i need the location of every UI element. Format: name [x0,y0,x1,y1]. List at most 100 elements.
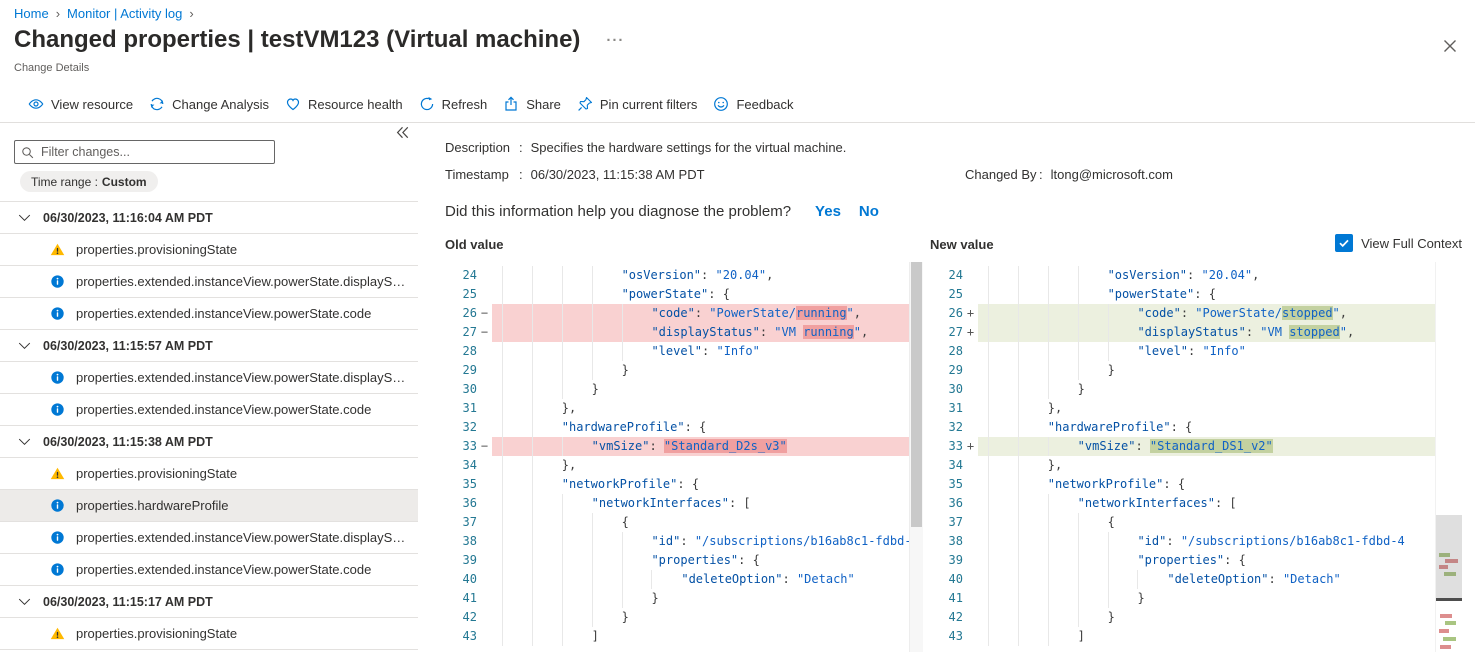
minimap[interactable] [1435,262,1462,652]
change-group-header[interactable]: 06/30/2023, 11:16:04 AM PDT [0,202,418,234]
diff-sign: − [480,325,489,339]
change-item[interactable]: properties.extended.instanceView.powerSt… [0,522,418,554]
change-item[interactable]: properties.extended.instanceView.powerSt… [0,362,418,394]
no-link[interactable]: No [859,203,879,220]
diff-line: 26 + "code": "PowerState/stopped", [931,304,1462,323]
scrollbar-thumb[interactable] [911,262,922,527]
chevron-down-icon [18,595,31,608]
page-header: Changed properties | testVM123 (Virtual … [14,26,624,54]
code-text: "vmSize": "Standard_DS1_v2" [978,437,1462,456]
diff-sign: − [480,439,489,453]
change-item[interactable]: properties.provisioningState [0,458,418,490]
change-group-timestamp: 06/30/2023, 11:16:04 AM PDT [43,210,213,225]
toolbar-share[interactable]: Share [503,96,561,112]
line-number: 41 [462,591,477,605]
yes-link[interactable]: Yes [815,203,841,220]
changed-by-label: Changed By [965,167,1037,182]
line-number: 38 [948,534,963,548]
breadcrumb-link[interactable]: Monitor | Activity log [67,6,182,21]
change-group-header[interactable]: 06/30/2023, 11:15:38 AM PDT [0,426,418,458]
diff-sign: + [966,306,975,320]
toolbar-feedback[interactable]: Feedback [713,96,794,112]
old-value-header: Old value [445,237,504,252]
close-button[interactable] [1441,38,1459,56]
diff-line: 38 "id": "/subscriptions/b16ab8c1-fdbd-4 [445,532,923,551]
minimap-slider[interactable] [1436,515,1462,599]
diff-line: 32 "hardwareProfile": { [931,418,1462,437]
scrollbar[interactable] [909,262,923,652]
change-item-label: properties.extended.instanceView.powerSt… [76,274,408,289]
change-item[interactable]: properties.extended.instanceView.powerSt… [0,266,418,298]
code-text: "hardwareProfile": { [492,418,923,437]
toolbar-view-resource[interactable]: View resource [28,96,133,112]
line-number: 25 [948,287,963,301]
diff-line: 39 "properties": { [931,551,1462,570]
change-group-header[interactable]: 06/30/2023, 11:15:57 AM PDT [0,330,418,362]
code-text: "deleteOption": "Detach" [978,570,1462,589]
diff-sign [963,285,978,304]
line-number: 29 [462,363,477,377]
diff-line: 43] [445,627,923,646]
change-item[interactable]: properties.hardwareProfile [0,490,418,522]
change-item[interactable]: properties.provisioningState [0,234,418,266]
breadcrumb-link[interactable]: Home [14,6,49,21]
changes-list: 06/30/2023, 11:16:04 AM PDT properties.pr… [0,201,418,650]
time-range-filter[interactable]: Time range : Custom [20,171,158,192]
line-number: 34 [948,458,963,472]
code-text: { [492,513,923,532]
line-number: 35 [462,477,477,491]
diff-sign [477,513,492,532]
line-number: 25 [462,287,477,301]
change-item[interactable]: properties.provisioningState [0,618,418,650]
line-number: 31 [462,401,477,415]
line-number: 32 [462,420,477,434]
filter-input[interactable] [39,144,268,160]
change-item[interactable]: properties.extended.instanceView.powerSt… [0,298,418,330]
code-text: "code": "PowerState/running", [492,304,923,323]
old-value-editor[interactable]: 24 "osVersion": "20.04", 25 "powerState": {… [445,262,923,652]
diff-sign [963,418,978,437]
code-text: } [492,361,923,380]
change-item[interactable]: properties.extended.instanceView.powerSt… [0,394,418,426]
code-text: "level": "Info" [492,342,923,361]
new-value-lines: 24 "osVersion": "20.04", 25 "powerState": {… [931,266,1462,646]
code-text: "networkInterfaces": [ [978,494,1462,513]
code-text: } [492,608,923,627]
diff-line: 24 "osVersion": "20.04", [931,266,1462,285]
diff-sign [477,570,492,589]
toolbar-resource-health[interactable]: Resource health [285,96,403,112]
code-text: }, [978,456,1462,475]
line-number: 30 [948,382,963,396]
toolbar-label: Share [526,96,561,112]
code-text: "powerState": { [492,285,923,304]
code-text: } [978,361,1462,380]
diff-sign [963,494,978,513]
line-number: 32 [948,420,963,434]
line-number: 37 [462,515,477,529]
toolbar-change-analysis[interactable]: Change Analysis [149,96,269,112]
diff-line: 37 { [445,513,923,532]
line-number: 30 [462,382,477,396]
line-number: 39 [948,553,963,567]
code-text: }, [492,399,923,418]
toolbar-refresh[interactable]: Refresh [419,96,487,112]
line-number: 26 [462,306,477,320]
line-number: 36 [948,496,963,510]
line-number: 26 [948,306,963,320]
toolbar-pin-current-filters[interactable]: Pin current filters [577,96,697,112]
change-group-header[interactable]: 06/30/2023, 11:15:17 AM PDT [0,586,418,618]
new-value-editor[interactable]: 24 "osVersion": "20.04", 25 "powerState": {… [931,262,1462,652]
diff-line: 27 + "displayStatus": "VM stopped", [931,323,1462,342]
line-number: 27 [462,325,477,339]
diff-sign [477,285,492,304]
more-commands-button[interactable]: ··· [606,32,624,49]
collapse-sidebar-button[interactable] [394,125,410,141]
close-icon [1443,39,1457,53]
change-item[interactable]: properties.extended.instanceView.powerSt… [0,554,418,586]
page-title: Changed properties | testVM123 (Virtual … [14,26,581,53]
view-full-context-checkbox[interactable]: View Full Context [1335,234,1462,252]
changed-by-row: Changed By : ltong@microsoft.com [965,167,1173,182]
diff-sign [963,342,978,361]
code-text: "properties": { [492,551,923,570]
change-item-label: properties.hardwareProfile [76,498,229,513]
